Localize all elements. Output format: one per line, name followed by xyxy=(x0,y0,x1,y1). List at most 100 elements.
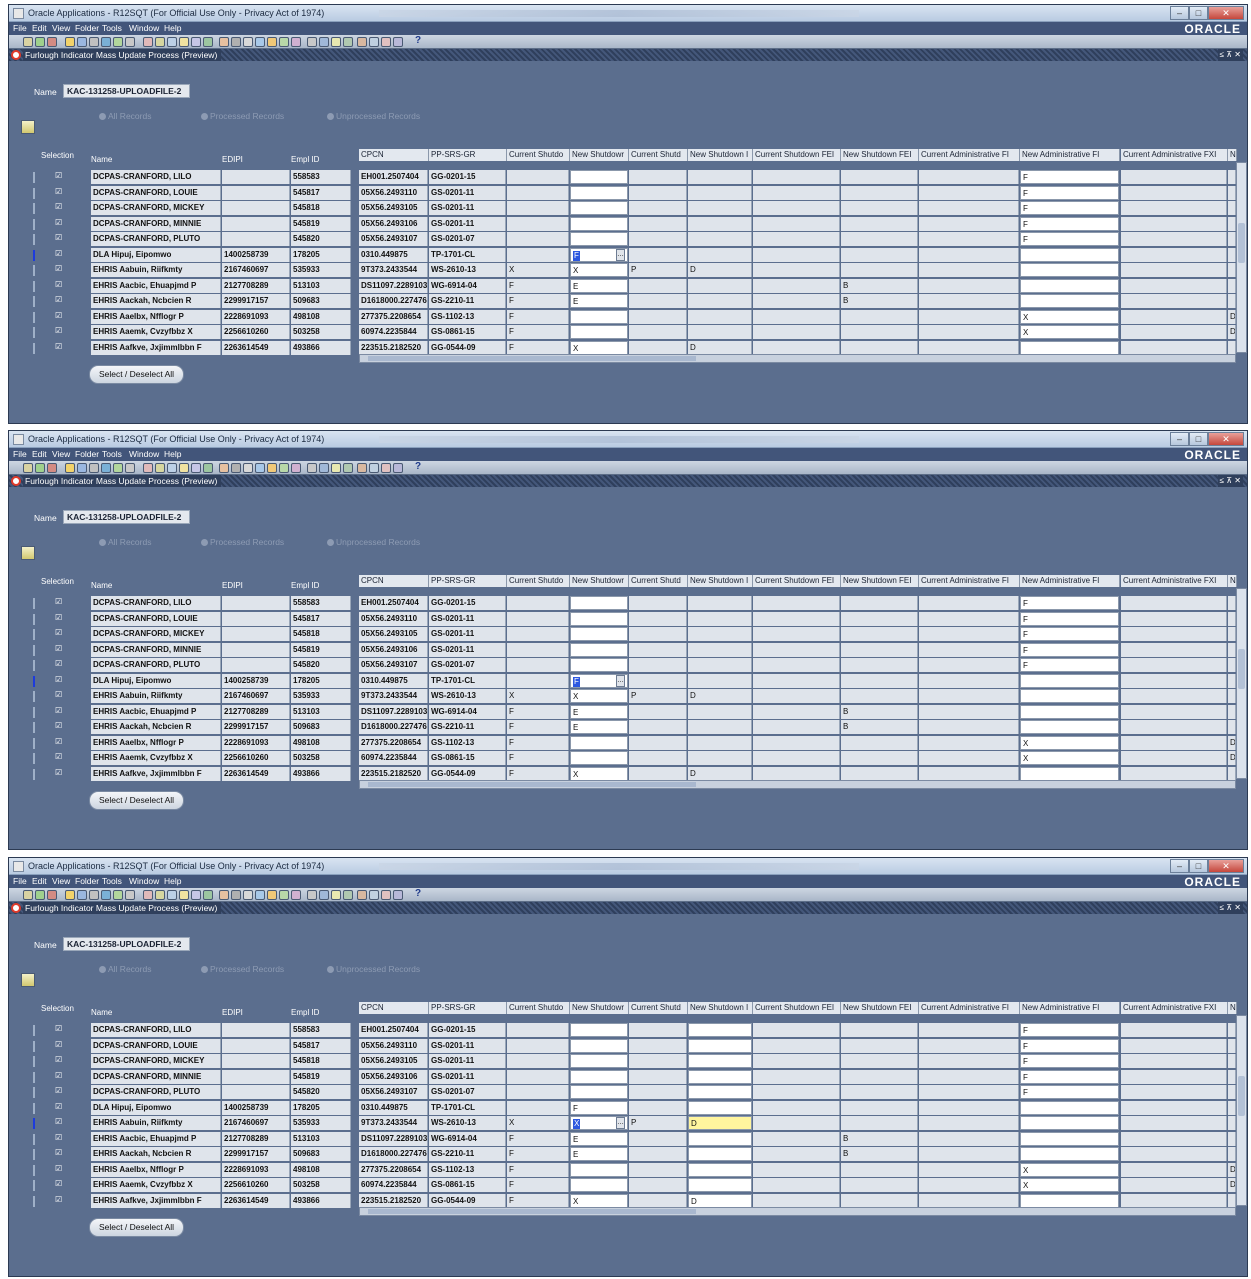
toolbar-icon-1[interactable] xyxy=(23,463,33,473)
cell-c2[interactable] xyxy=(570,170,628,184)
selected-value[interactable]: X xyxy=(573,1119,581,1129)
toolbar-icon-11[interactable] xyxy=(155,37,165,47)
toolbar-icon-27[interactable] xyxy=(357,37,367,47)
header-cpcn[interactable]: CPCN xyxy=(359,575,429,587)
menu-tools[interactable]: Tools xyxy=(102,449,122,459)
toolbar-icon-30[interactable] xyxy=(393,890,403,900)
header-c2[interactable]: New Shutdowr xyxy=(570,1002,629,1014)
cell-c2[interactable] xyxy=(570,232,628,246)
cell-c8[interactable]: X xyxy=(1020,309,1119,324)
row-indicator[interactable] xyxy=(33,280,35,292)
row-indicator[interactable] xyxy=(33,644,35,656)
menu-view[interactable]: View xyxy=(52,23,70,33)
selection-checkbox[interactable]: ☑ xyxy=(55,1071,64,1080)
selection-checkbox[interactable]: ☑ xyxy=(55,249,64,258)
cell-c2[interactable] xyxy=(570,1069,628,1084)
maximize-button[interactable]: □ xyxy=(1189,6,1208,20)
cell-c2[interactable]: F xyxy=(570,1100,628,1115)
cell-c2[interactable] xyxy=(570,627,628,641)
radio-unprocessed-records[interactable]: Unprocessed Records xyxy=(327,964,420,974)
radio-unprocessed-records[interactable]: Unprocessed Records xyxy=(327,537,420,547)
cell-c8[interactable]: F xyxy=(1020,658,1119,672)
header-c4[interactable]: New Shutdown I xyxy=(688,575,753,587)
toolbar-icon-29[interactable] xyxy=(381,463,391,473)
toolbar-icon-30[interactable] xyxy=(393,37,403,47)
selection-checkbox[interactable]: ☑ xyxy=(55,202,64,211)
toolbar-icon-16[interactable] xyxy=(219,890,229,900)
table-row[interactable]: ☑ EHRIS Aacbic, Ehuapjmd P 2127708289 51310… xyxy=(9,1131,1247,1147)
radio-all-records[interactable]: All Records xyxy=(99,537,151,547)
radio-all-records[interactable]: All Records xyxy=(99,111,151,121)
cell-c2[interactable] xyxy=(570,1038,628,1053)
toolbar-icon-30[interactable] xyxy=(393,463,403,473)
list-of-values-icon[interactable]: … xyxy=(616,1117,625,1129)
header-cpcn[interactable]: CPCN xyxy=(359,149,429,161)
table-row[interactable]: ☑ DCPAS-CRANFORD, MICKEY 545818 05X56.24931… xyxy=(9,201,1247,216)
toolbar-icon-9[interactable] xyxy=(125,463,135,473)
row-indicator[interactable] xyxy=(33,218,35,230)
row-indicator[interactable] xyxy=(33,1133,35,1145)
toolbar-icon-21[interactable] xyxy=(279,890,289,900)
toolbar-icon-23[interactable] xyxy=(307,890,317,900)
row-indicator[interactable] xyxy=(33,706,35,718)
header-c7[interactable]: Current Administrative FI xyxy=(919,149,1020,161)
menu-tools[interactable]: Tools xyxy=(102,23,122,33)
row-indicator[interactable] xyxy=(33,203,35,214)
cell-c2[interactable] xyxy=(570,325,628,339)
toolbar-icon-26[interactable] xyxy=(343,463,353,473)
cell-c2[interactable]: X xyxy=(570,766,628,781)
selection-checkbox[interactable]: ☑ xyxy=(55,675,64,684)
row-indicator[interactable] xyxy=(33,737,35,749)
row-indicator[interactable] xyxy=(33,753,35,764)
table-row[interactable]: ☑ DCPAS-CRANFORD, PLUTO 545820 05X56.249310… xyxy=(9,232,1247,247)
cell-c8[interactable]: F xyxy=(1020,596,1119,610)
cell-c2[interactable]: X xyxy=(570,689,628,703)
header-c3[interactable]: Current Shutd xyxy=(629,575,688,587)
folder-tools-icon[interactable] xyxy=(21,120,35,134)
cell-c8[interactable] xyxy=(1020,1193,1119,1208)
toolbar-icon-12[interactable] xyxy=(167,463,177,473)
selection-checkbox[interactable]: ☑ xyxy=(55,295,64,304)
header-c7[interactable]: Current Administrative FI xyxy=(919,575,1020,587)
table-row[interactable]: ☑ DCPAS-CRANFORD, MINNIE 545819 05X56.24931… xyxy=(9,642,1247,658)
cell-c8[interactable] xyxy=(1020,1100,1119,1115)
cell-c2[interactable]: E xyxy=(570,720,628,734)
radio-unprocessed-records[interactable]: Unprocessed Records xyxy=(327,111,420,121)
toolbar-icon-22[interactable] xyxy=(291,890,301,900)
row-indicator[interactable] xyxy=(33,342,35,354)
cell-c2[interactable] xyxy=(570,642,628,657)
row-indicator[interactable] xyxy=(33,187,35,199)
cell-c2[interactable]: E xyxy=(570,1131,628,1146)
header-c4[interactable]: New Shutdown I xyxy=(688,1002,753,1014)
cell-c2[interactable] xyxy=(570,309,628,324)
select-deselect-all-button[interactable]: Select / Deselect All xyxy=(89,791,184,810)
toolbar-icon-19[interactable] xyxy=(255,37,265,47)
toolbar-icon-1[interactable] xyxy=(23,890,33,900)
header-c5[interactable]: Current Shutdown FEI xyxy=(753,149,841,161)
row-indicator[interactable] xyxy=(33,660,35,671)
cell-c8[interactable]: X xyxy=(1020,735,1119,750)
vertical-scrollbar[interactable] xyxy=(1236,1015,1247,1206)
cell-c8[interactable] xyxy=(1020,673,1119,688)
cell-c8[interactable]: F xyxy=(1020,1069,1119,1084)
scroll-thumb[interactable] xyxy=(1238,649,1245,689)
help-icon[interactable]: ? xyxy=(415,888,421,899)
selected-value[interactable]: F xyxy=(573,676,580,687)
menu-window[interactable]: Window xyxy=(129,449,159,459)
radio-all-records[interactable]: All Records xyxy=(99,964,151,974)
menu-folder[interactable]: Folder xyxy=(75,876,99,886)
radio-processed-records[interactable]: Processed Records xyxy=(201,111,284,121)
header-c8[interactable]: New Administrative FI xyxy=(1020,149,1120,161)
toolbar-icon-3[interactable] xyxy=(47,37,57,47)
cell-c2[interactable] xyxy=(570,185,628,200)
header-c2[interactable]: New Shutdowr xyxy=(570,575,629,587)
selection-checkbox[interactable]: ☑ xyxy=(55,613,64,622)
toolbar-icon-13[interactable] xyxy=(179,463,189,473)
toolbar-icon-28[interactable] xyxy=(369,463,379,473)
row-indicator[interactable] xyxy=(33,1195,35,1207)
row-indicator[interactable] xyxy=(33,768,35,780)
table-row[interactable]: ☑ DCPAS-CRANFORD, LILO 558583 EH001.2507404… xyxy=(9,170,1247,185)
horizontal-scrollbar[interactable] xyxy=(359,354,1236,363)
header-c2[interactable]: New Shutdowr xyxy=(570,149,629,161)
header-pp[interactable]: PP-SRS-GR xyxy=(429,575,507,587)
